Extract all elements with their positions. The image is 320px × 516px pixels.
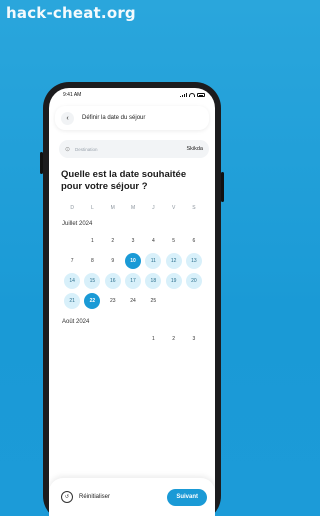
calendar-day[interactable]: 7: [64, 253, 80, 269]
destination-field[interactable]: ⊙ Destination Skikda: [59, 140, 209, 158]
destination-placeholder: Destination: [75, 146, 98, 152]
calendar-day[interactable]: 25: [145, 293, 161, 309]
reset-button[interactable]: ↺ Réinitialiser: [61, 491, 110, 503]
calendar-day[interactable]: 8: [84, 253, 100, 269]
calendar-day[interactable]: 12: [165, 253, 182, 269]
location-pin-icon: ⊙: [65, 146, 71, 153]
weekday-label: D: [70, 205, 74, 211]
reset-icon: ↺: [61, 491, 73, 503]
phone-frame: 9:41 AM ‹ Définir la date du séjour ⊙ De…: [40, 82, 224, 516]
reset-label: Réinitialiser: [79, 494, 111, 500]
question-heading: Quelle est la date souhaitée pour votre …: [61, 169, 187, 192]
weekday-label: M: [130, 205, 136, 211]
weekday-header: DLMMJVS: [62, 205, 215, 211]
page-title: Définir la date du séjour: [82, 115, 146, 121]
status-icons: [180, 93, 205, 97]
calendar-day[interactable]: 9: [105, 253, 121, 269]
back-button[interactable]: ‹: [61, 111, 74, 125]
calendar-day[interactable]: 10: [125, 253, 142, 269]
wifi-icon: [189, 93, 195, 97]
calendar-day[interactable]: 15: [84, 273, 101, 289]
calendar-day[interactable]: 19: [165, 273, 182, 289]
calendar-day[interactable]: 6: [186, 233, 202, 249]
calendar-day[interactable]: 3: [125, 233, 141, 249]
weekday-label: V: [171, 205, 176, 211]
month-grid: 1 2 3 4 5 6 7 8 9 10 11 12 13 14 15 16 17 18 19 20 21 22 23 24 2…: [62, 233, 215, 309]
calendar-day[interactable]: 3: [186, 331, 202, 347]
month-grid: 123: [62, 331, 215, 347]
weekday-label: L: [91, 205, 94, 211]
battery-icon: [197, 93, 205, 97]
calendar-day[interactable]: 21: [64, 293, 81, 309]
calendar-day[interactable]: 13: [185, 253, 202, 269]
page-header: ‹ Définir la date du séjour: [55, 106, 209, 130]
status-bar: 9:41 AM: [49, 88, 215, 102]
volume-button: [40, 152, 43, 174]
month-label: Juillet 2024: [62, 221, 93, 227]
calendar-day[interactable]: 18: [145, 273, 162, 289]
calendar-day[interactable]: 5: [166, 233, 182, 249]
calendar-day[interactable]: 1: [145, 331, 161, 347]
calendar-day[interactable]: 17: [125, 273, 142, 289]
app-screen: 9:41 AM ‹ Définir la date du séjour ⊙ De…: [49, 88, 215, 516]
chevron-left-icon: ‹: [66, 114, 69, 122]
power-button: [221, 172, 224, 202]
calendar-day[interactable]: 14: [64, 273, 81, 289]
next-button[interactable]: Suivant: [167, 488, 207, 506]
calendar-day[interactable]: 2: [166, 331, 182, 347]
calendar-day[interactable]: 22: [84, 293, 101, 309]
calendar-day[interactable]: 20: [185, 273, 202, 289]
signal-icon: [180, 93, 187, 97]
calendar: Juillet 2024 1 2 3 4 5 6 7 8 9 10 11 12 13 14 15 16 17 18 1…: [49, 221, 215, 347]
weekday-label: M: [110, 205, 115, 211]
calendar-day[interactable]: 1: [84, 233, 100, 249]
calendar-day[interactable]: 16: [104, 273, 121, 289]
calendar-day[interactable]: 24: [125, 293, 141, 309]
status-time: 9:41 AM: [63, 92, 82, 98]
weekday-label: J: [152, 205, 155, 211]
calendar-day[interactable]: 23: [105, 293, 121, 309]
calendar-day[interactable]: 11: [145, 253, 162, 269]
bottom-bar: ↺ Réinitialiser Suivant: [49, 478, 215, 516]
month-label: Août 2024: [62, 319, 90, 325]
watermark: hack-cheat.org: [6, 4, 136, 22]
weekday-label: S: [192, 205, 196, 211]
calendar-day[interactable]: 4: [145, 233, 161, 249]
calendar-day[interactable]: 2: [105, 233, 121, 249]
destination-value: Skikda: [186, 146, 203, 152]
